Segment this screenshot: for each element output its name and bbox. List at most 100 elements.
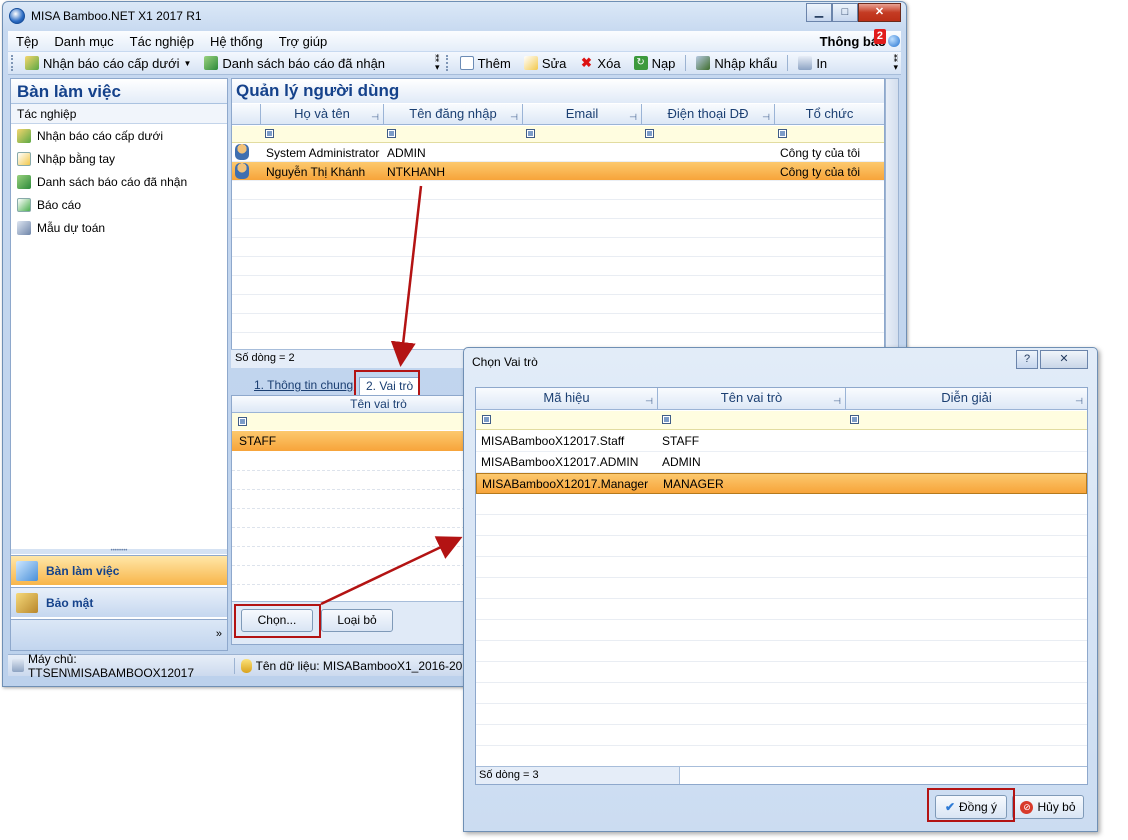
minimize-button[interactable]: ▁: [806, 3, 832, 22]
delete-icon: ✖: [580, 55, 592, 70]
filter-icon[interactable]: [387, 129, 396, 138]
dialog-close-button[interactable]: ✕: [1040, 350, 1088, 369]
annotation-box-choose: [234, 604, 321, 638]
delete-button[interactable]: ✖ Xóa: [574, 56, 625, 71]
left-panel: Bàn làm việc Tác nghiệp Nhận báo cáo cấp…: [10, 78, 228, 651]
filter-icon[interactable]: [238, 417, 247, 426]
app-icon: [9, 8, 25, 24]
workspace-icon: [16, 560, 38, 581]
col-role-name[interactable]: Tên vai trò ⊣: [658, 388, 846, 410]
filter-icon[interactable]: [265, 129, 274, 138]
table-row-selected[interactable]: Nguyễn Thị Khánh NTKHANH Công ty của tôi: [232, 162, 884, 181]
menu-tep[interactable]: Tệp: [8, 34, 46, 49]
pin-icon[interactable]: ⊣: [510, 107, 518, 127]
pin-icon[interactable]: ⊣: [762, 107, 770, 127]
chevron-down-icon[interactable]: »: [216, 628, 222, 640]
left-item-report-list[interactable]: Danh sách báo cáo đã nhận: [11, 170, 227, 193]
annotation-box-roles-tab: [354, 370, 420, 398]
user-icon: [235, 144, 249, 160]
col-org[interactable]: Tổ chức: [775, 104, 884, 125]
filter-icon[interactable]: [482, 415, 491, 424]
remove-button[interactable]: Loại bỏ: [321, 609, 393, 632]
import-icon: [696, 56, 711, 70]
database-icon: [241, 658, 252, 673]
edit-button[interactable]: Sửa: [519, 56, 572, 71]
col-description[interactable]: Diễn giải ⊣: [846, 388, 1087, 410]
keys-icon: [16, 592, 38, 613]
cancel-button[interactable]: ⊘ Hủy bỏ: [1012, 795, 1084, 819]
dropdown-arrow-icon: ▼: [183, 58, 192, 68]
toolbar-overflow-icon[interactable]: ⁑ ▾: [435, 55, 440, 72]
filter-row[interactable]: [232, 413, 465, 430]
report-list-icon: [204, 56, 219, 70]
database-label: Tên dữ liệu: MISABambooX1_2016-2017-1: [255, 658, 468, 673]
col-code[interactable]: Mã hiệu ⊣: [476, 388, 658, 410]
close-button[interactable]: ✕: [858, 3, 901, 22]
col-login[interactable]: Tên đăng nhập ⊣: [384, 104, 523, 125]
filter-row[interactable]: [476, 411, 1087, 430]
col-email[interactable]: Email ⊣: [523, 104, 642, 125]
menu-tac-nghiep[interactable]: Tác nghiệp: [122, 34, 202, 49]
print-icon: [798, 56, 813, 70]
user-grid-title: Quản lý người dùng: [232, 79, 884, 103]
left-item-manual-entry[interactable]: Nhập bằng tay: [11, 147, 227, 170]
server-label: Máy chủ: TTSEN\MISABAMBOOX12017: [27, 651, 195, 680]
report-icon: [17, 197, 31, 212]
menu-tro-giup[interactable]: Trợ giúp: [271, 34, 336, 49]
col-fullname[interactable]: Họ và tên ⊣: [261, 104, 384, 125]
add-button[interactable]: Thêm: [455, 56, 516, 71]
reload-icon: ↻: [633, 56, 648, 70]
window-title: MISA Bamboo.NET X1 2017 R1: [31, 9, 202, 23]
maximize-button[interactable]: □: [832, 3, 858, 22]
receive-report-button[interactable]: Nhận báo cáo cấp dưới ▼: [20, 56, 196, 71]
left-item-receive-report[interactable]: Nhận báo cáo cấp dưới: [11, 124, 227, 147]
pin-icon[interactable]: ⊣: [1075, 391, 1083, 411]
pin-icon[interactable]: ⊣: [833, 391, 841, 411]
report-list-button[interactable]: Danh sách báo cáo đã nhận: [199, 56, 390, 71]
col-role-name[interactable]: Tên vai trò: [232, 396, 465, 413]
budget-template-icon: [17, 220, 31, 235]
window-controls: ▁ □ ✕: [806, 3, 901, 22]
table-row[interactable]: System Administrator ADMIN Công ty của t…: [232, 143, 884, 162]
cancel-icon: ⊘: [1020, 800, 1034, 814]
status-bar: Máy chủ: TTSEN\MISABAMBOOX12017 Tên dữ l…: [8, 652, 468, 680]
vertical-scrollbar[interactable]: [885, 78, 899, 350]
col-phone[interactable]: Điện thoại DĐ ⊣: [642, 104, 775, 125]
table-row-selected[interactable]: MISABambooX12017.Manager MANAGER: [476, 473, 1087, 494]
receive-report-icon: [25, 56, 39, 70]
filter-icon[interactable]: [850, 415, 859, 424]
left-panel-title: Bàn làm việc: [11, 79, 227, 104]
splitter[interactable]: ••••••••: [11, 548, 227, 554]
toolbar: Nhận báo cáo cấp dưới ▼ Danh sách báo cá…: [8, 52, 901, 75]
pin-icon[interactable]: ⊣: [645, 391, 653, 411]
nav-workspace[interactable]: Bàn làm việc: [11, 555, 227, 585]
table-row[interactable]: MISABambooX12017.Staff STAFF: [476, 431, 1087, 452]
user-grid: Quản lý người dùng Họ và tên ⊣ Tên đăng n…: [231, 78, 885, 368]
left-item-budget-template[interactable]: Mẫu dự toán: [11, 216, 227, 239]
filter-icon[interactable]: [778, 129, 787, 138]
toolbar-grip-2: [445, 55, 449, 71]
pin-icon[interactable]: ⊣: [629, 107, 637, 127]
nav-security[interactable]: Bảo mật: [11, 587, 227, 617]
report-list-icon: [17, 174, 31, 189]
help-button[interactable]: ?: [1016, 350, 1038, 369]
import-button[interactable]: Nhập khẩu: [691, 56, 782, 71]
notification-badge: 2: [873, 29, 886, 44]
filter-icon[interactable]: [645, 129, 654, 138]
detail-tabs: 1. Thông tin chung 2. Vai trò: [231, 373, 466, 395]
pin-icon[interactable]: ⊣: [371, 107, 379, 127]
menu-danh-muc[interactable]: Danh mục: [46, 34, 121, 49]
filter-row[interactable]: [232, 126, 884, 143]
menu-he-thong[interactable]: Hệ thống: [202, 34, 271, 49]
table-row[interactable]: MISABambooX12017.ADMIN ADMIN: [476, 452, 1087, 473]
left-item-report[interactable]: Báo cáo: [11, 193, 227, 216]
role-row-selected[interactable]: STAFF: [232, 431, 465, 451]
tab-general-info[interactable]: 1. Thông tin chung: [248, 377, 359, 395]
filter-icon[interactable]: [662, 415, 671, 424]
section-header: Tác nghiệp: [11, 104, 227, 124]
toolbar-overflow-icon-2[interactable]: ⁑ ▾: [893, 55, 901, 72]
filter-icon[interactable]: [526, 129, 535, 138]
print-button[interactable]: In: [793, 56, 832, 71]
reload-button[interactable]: ↻ Nạp: [629, 56, 681, 71]
edit-icon: [523, 56, 538, 70]
